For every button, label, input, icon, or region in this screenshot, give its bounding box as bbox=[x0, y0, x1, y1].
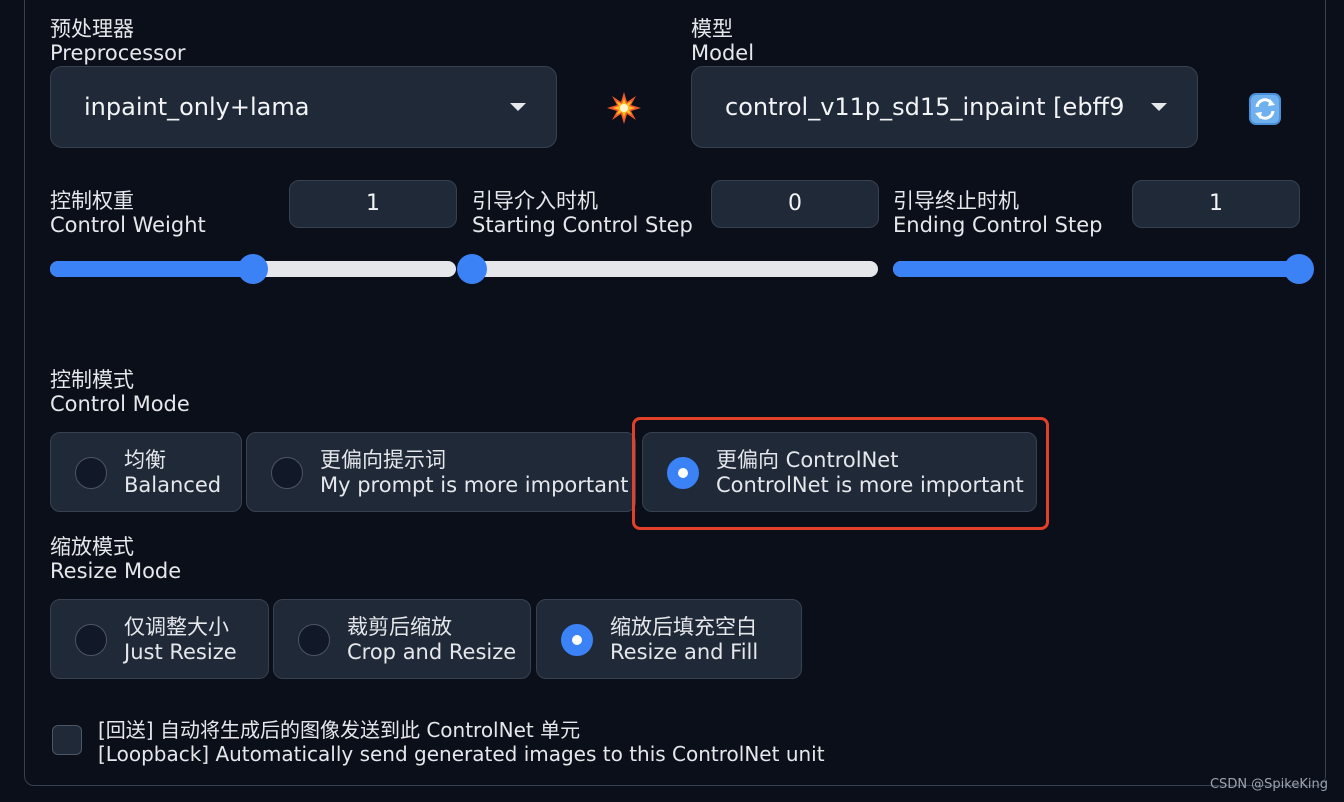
resize-mode-label-en: Resize Mode bbox=[50, 559, 182, 583]
radio-button[interactable] bbox=[561, 624, 593, 656]
explosion-icon[interactable] bbox=[606, 90, 642, 126]
radio-label: 裁剪后缩放 Crop and Resize bbox=[347, 615, 516, 665]
radio-button[interactable] bbox=[298, 624, 330, 656]
model-label-en: Model bbox=[691, 41, 755, 65]
slider-fill bbox=[50, 261, 253, 277]
preprocessor-dropdown[interactable]: inpaint_only+lama bbox=[50, 66, 557, 148]
preprocessor-value: inpaint_only+lama bbox=[84, 93, 310, 121]
loopback-label-zh: [回送] 自动将生成后的图像发送到此 ControlNet 单元 bbox=[98, 718, 581, 742]
model-dropdown[interactable]: control_v11p_sd15_inpaint [ebff9 bbox=[691, 66, 1198, 148]
radio-label-zh: 仅调整大小 bbox=[124, 615, 229, 639]
slider-thumb[interactable] bbox=[1284, 254, 1314, 284]
radio-button[interactable] bbox=[271, 457, 303, 489]
control-weight-label-en: Control Weight bbox=[50, 213, 206, 237]
resize-mode-option-resize-and-fill[interactable]: 缩放后填充空白 Resize and Fill bbox=[536, 599, 802, 679]
radio-label-zh: 缩放后填充空白 bbox=[610, 615, 757, 639]
slider-thumb[interactable] bbox=[457, 254, 487, 284]
radio-label: 更偏向提示词 My prompt is more important bbox=[320, 448, 629, 498]
control-weight-slider[interactable] bbox=[50, 254, 456, 284]
starting-step-slider[interactable] bbox=[457, 254, 878, 284]
model-label-zh: 模型 bbox=[691, 17, 733, 41]
preprocessor-label-en: Preprocessor bbox=[50, 41, 186, 65]
control-weight-label: 控制权重 Control Weight bbox=[50, 189, 206, 237]
radio-label: 缩放后填充空白 Resize and Fill bbox=[610, 615, 758, 665]
resize-mode-option-crop-and-resize[interactable]: 裁剪后缩放 Crop and Resize bbox=[273, 599, 531, 679]
ending-step-label: 引导终止时机 Ending Control Step bbox=[893, 189, 1102, 237]
radio-label-en: My prompt is more important bbox=[320, 473, 629, 497]
radio-label-en: Balanced bbox=[124, 473, 222, 497]
slider-track bbox=[472, 261, 878, 277]
ending-step-label-en: Ending Control Step bbox=[893, 213, 1103, 237]
starting-step-label-en: Starting Control Step bbox=[472, 213, 693, 237]
watermark: CSDN @SpikeKing bbox=[1209, 777, 1328, 792]
starting-step-label: 引导介入时机 Starting Control Step bbox=[472, 189, 693, 237]
radio-label-zh: 更偏向提示词 bbox=[320, 448, 446, 472]
radio-label-en: Resize and Fill bbox=[610, 640, 759, 664]
slider-thumb[interactable] bbox=[238, 254, 268, 284]
radio-button[interactable] bbox=[75, 457, 107, 489]
loopback-checkbox[interactable] bbox=[52, 725, 82, 755]
resize-mode-option-just-resize[interactable]: 仅调整大小 Just Resize bbox=[50, 599, 269, 679]
control-mode-option-prompt[interactable]: 更偏向提示词 My prompt is more important bbox=[246, 432, 636, 512]
preprocessor-label-zh: 预处理器 bbox=[50, 17, 134, 41]
slider-fill bbox=[893, 261, 1299, 277]
refresh-icon[interactable] bbox=[1248, 92, 1282, 126]
model-value: control_v11p_sd15_inpaint [ebff9 bbox=[725, 93, 1125, 121]
chevron-down-icon bbox=[1151, 103, 1167, 111]
resize-mode-label-zh: 缩放模式 bbox=[50, 535, 134, 559]
control-weight-input[interactable]: 1 bbox=[289, 180, 457, 228]
radio-label: 仅调整大小 Just Resize bbox=[124, 615, 237, 665]
control-mode-label: 控制模式 Control Mode bbox=[50, 368, 190, 416]
starting-step-input[interactable]: 0 bbox=[711, 180, 879, 228]
control-weight-label-zh: 控制权重 bbox=[50, 189, 134, 213]
loopback-label: [回送] 自动将生成后的图像发送到此 ControlNet 单元 [Loopba… bbox=[98, 718, 825, 766]
model-label: 模型 Model bbox=[691, 17, 754, 65]
ending-step-input[interactable]: 1 bbox=[1132, 180, 1300, 228]
chevron-down-icon bbox=[510, 103, 526, 111]
radio-label-zh: 裁剪后缩放 bbox=[347, 615, 452, 639]
loopback-label-en: [Loopback] Automatically send generated … bbox=[98, 742, 825, 766]
control-mode-option-balanced[interactable]: 均衡 Balanced bbox=[50, 432, 242, 512]
radio-label-zh: 均衡 bbox=[124, 448, 166, 472]
control-mode-label-en: Control Mode bbox=[50, 392, 190, 416]
control-mode-label-zh: 控制模式 bbox=[50, 368, 134, 392]
starting-step-label-zh: 引导介入时机 bbox=[472, 189, 598, 213]
ending-step-label-zh: 引导终止时机 bbox=[893, 189, 1019, 213]
radio-button[interactable] bbox=[75, 624, 107, 656]
radio-label-en: Crop and Resize bbox=[347, 640, 517, 664]
resize-mode-label: 缩放模式 Resize Mode bbox=[50, 535, 181, 583]
radio-label: 均衡 Balanced bbox=[124, 448, 221, 498]
ending-step-slider[interactable] bbox=[893, 254, 1314, 284]
radio-label-en: Just Resize bbox=[124, 640, 237, 664]
annotation-highlight-box bbox=[632, 417, 1049, 530]
preprocessor-label: 预处理器 Preprocessor bbox=[50, 17, 186, 65]
